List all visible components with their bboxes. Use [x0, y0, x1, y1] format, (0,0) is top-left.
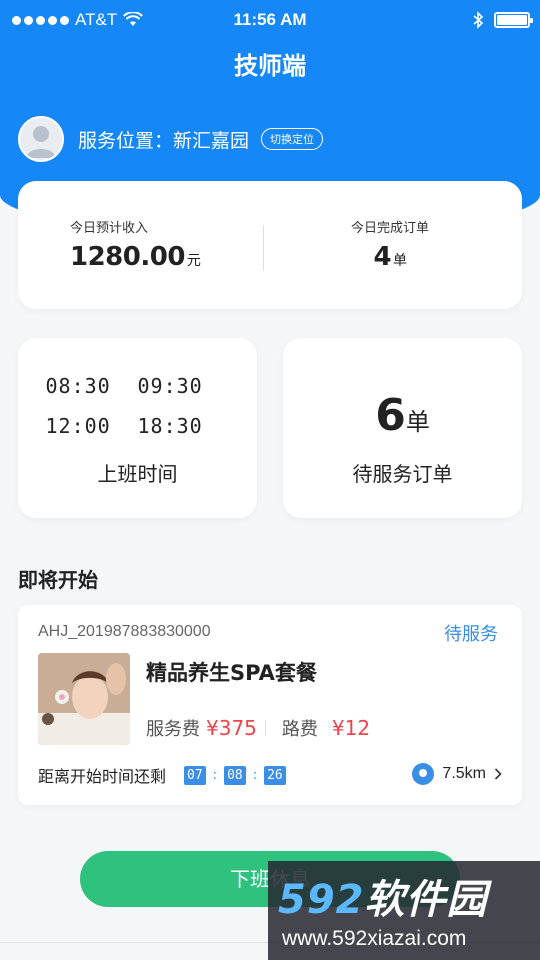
today-income-value: 1280.00 [70, 242, 185, 272]
work-hours-card[interactable]: 08:30 09:30 12:00 18:30 上班时间 [18, 338, 257, 518]
relocate-button[interactable]: 切换定位 [261, 128, 324, 150]
pending-count: 6 [375, 390, 406, 441]
distance-value: 7.5km [442, 765, 486, 782]
countdown-timer: 07 : 08 : 26 [184, 765, 286, 785]
watermark-logo-text: 软件园 [364, 877, 488, 923]
today-orders-unit: 单 [393, 253, 407, 269]
pending-caption: 待服务订单 [352, 462, 453, 486]
travel-fee: ¥12 [331, 716, 371, 740]
travel-fee-label: 路费 [281, 719, 318, 740]
distance-link[interactable]: 7.5km [412, 763, 502, 785]
section-title: 即将开始 [18, 568, 98, 592]
clock: 11:56 AM [233, 10, 307, 29]
today-orders-value: 4 [373, 242, 392, 272]
today-income-unit: 元 [186, 253, 201, 269]
divider [263, 225, 264, 271]
fee-row: 服务费 ¥375 路费 ¥12 [146, 715, 370, 741]
watermark-logo: 592软件园 [278, 867, 488, 925]
countdown-colon: : [212, 767, 218, 783]
chevron-right-icon [494, 768, 502, 780]
work-time: 18:30 [137, 414, 203, 438]
work-hours-caption: 上班时间 [97, 462, 178, 486]
service-fee: ¥375 [206, 716, 257, 740]
work-time: 08:30 [45, 374, 111, 398]
page-title: 技师端 [234, 52, 306, 80]
work-time: 12:00 [45, 414, 111, 438]
service-fee-label: 服务费 [146, 719, 200, 740]
pending-orders-card[interactable]: 6单 待服务订单 [283, 338, 522, 518]
battery-icon [494, 12, 533, 28]
today-orders: 今日完成订单 4单 [351, 217, 429, 272]
countdown-minutes: 08 [224, 765, 246, 785]
status-bar: AT&T 11:56 AM [0, 8, 540, 34]
location-pin-icon [412, 763, 435, 785]
location-row: 服务位置：新汇嘉园 切换定位 [18, 116, 324, 162]
countdown-seconds: 26 [264, 765, 286, 785]
work-time: 09:30 [137, 374, 203, 398]
order-card[interactable]: AHJ_201987883830000 待服务 精品养生SPA套餐 服务费 ¥3… [18, 605, 522, 805]
order-status-badge: 待服务 [444, 624, 498, 645]
spa-image [38, 653, 130, 745]
countdown-hours: 07 [184, 765, 206, 785]
watermark-logo-number: 592 [278, 877, 365, 923]
today-income-label: 今日预计收入 [70, 221, 149, 236]
countdown-colon: : [252, 767, 258, 783]
watermark-url: www.592xiazai.com [282, 927, 467, 950]
order-number: AHJ_201987883830000 [38, 623, 211, 640]
income-card: 今日预计收入 1280.00 元 今日完成订单 4单 [18, 181, 522, 309]
fee-divider [264, 720, 266, 736]
work-hours-times: 08:30 09:30 12:00 18:30 [18, 374, 257, 438]
today-orders-label: 今日完成订单 [351, 221, 430, 236]
service-location: 服务位置：新汇嘉园 [78, 129, 250, 152]
package-name: 精品养生SPA套餐 [146, 661, 317, 685]
watermark: 592软件园 www.592xiazai.com [268, 861, 540, 960]
pending-unit: 单 [405, 408, 430, 436]
today-income: 今日预计收入 1280.00 元 [70, 217, 201, 272]
countdown-label: 距离开始时间还剩 [38, 767, 167, 786]
user-icon [26, 126, 56, 158]
bluetooth-icon [473, 11, 484, 29]
avatar[interactable] [18, 116, 64, 162]
package-thumbnail [38, 653, 130, 745]
countdown-row: 距离开始时间还剩 07 : 08 : 26 [38, 763, 286, 787]
